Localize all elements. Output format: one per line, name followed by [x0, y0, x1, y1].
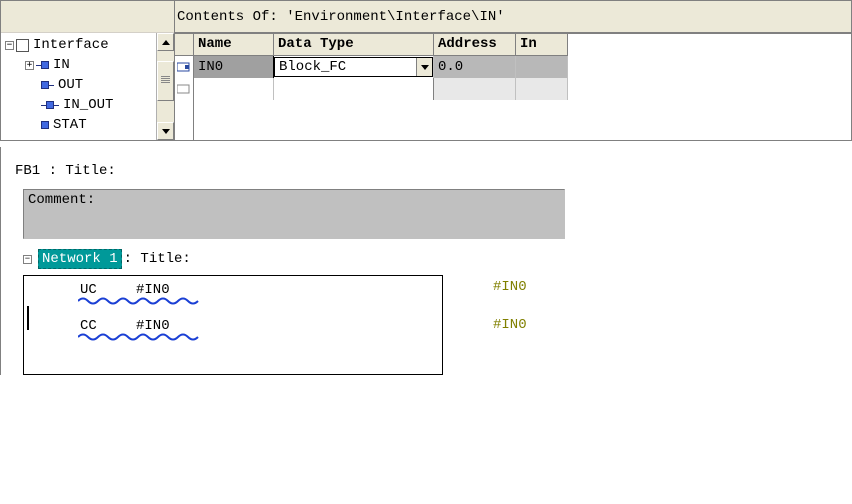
network-label[interactable]: Network 1	[38, 249, 122, 269]
out-port-icon	[41, 81, 54, 89]
network-collapse-toggle[interactable]: −	[23, 255, 32, 264]
tree-item-inout-label: IN_OUT	[63, 97, 113, 113]
contents-title: Contents Of: 'Environment\Interface\IN'	[175, 1, 851, 33]
code-editor[interactable]: UC #IN0 CC #IN0	[23, 275, 443, 375]
empty-row-icon	[177, 83, 191, 95]
col-datatype[interactable]: Data Type	[274, 34, 434, 56]
side-comments: #IN0 #IN0	[493, 275, 527, 375]
side-comment-1: #IN0	[493, 317, 527, 355]
cell-in-0[interactable]	[516, 56, 568, 78]
variable-row-icon	[177, 61, 191, 73]
tree-item-out[interactable]: OUT	[5, 75, 156, 95]
row-icon-2[interactable]	[175, 78, 193, 100]
cell-name-0[interactable]: IN0	[194, 56, 274, 78]
interface-tree[interactable]: − Interface + IN OUT	[1, 33, 156, 140]
dropdown-button[interactable]	[416, 58, 432, 76]
tree-panel: − Interface + IN OUT	[1, 1, 175, 140]
collapse-icon[interactable]: −	[5, 41, 14, 50]
cell-in-1[interactable]	[516, 78, 568, 100]
network-title-suffix[interactable]: : Title:	[124, 251, 191, 267]
tree-item-out-label: OUT	[58, 77, 83, 93]
variable-grid[interactable]: Name Data Type Address In IN0 Block_FC 0…	[194, 34, 851, 140]
col-address[interactable]: Address	[434, 34, 516, 56]
side-comment-0: #IN0	[493, 279, 527, 317]
editor-panel: FB1 : Title: Comment: − Network 1 : Titl…	[0, 147, 568, 375]
inout-port-icon	[41, 101, 59, 109]
scroll-down-button[interactable]	[157, 122, 174, 140]
top-panel: − Interface + IN OUT	[0, 0, 852, 141]
stat-port-icon	[41, 121, 49, 129]
arrow-down-icon	[162, 129, 170, 134]
tree-header-blank	[1, 1, 174, 33]
datatype-value: Block_FC	[279, 59, 346, 75]
interface-icon	[16, 39, 29, 52]
tree-scrollbar[interactable]	[156, 33, 174, 140]
tree-item-stat[interactable]: STAT	[5, 115, 156, 135]
chevron-down-icon	[421, 65, 429, 70]
cell-name-1[interactable]	[194, 78, 274, 100]
scroll-thumb[interactable]	[157, 61, 174, 101]
in-port-icon	[36, 61, 49, 69]
code-line-1[interactable]: CC #IN0	[24, 318, 442, 342]
cell-address-1[interactable]	[434, 78, 516, 100]
cell-datatype-0[interactable]: Block_FC	[274, 56, 434, 78]
comment-field[interactable]: Comment:	[23, 189, 565, 239]
code-line-0[interactable]: UC #IN0	[24, 282, 442, 306]
contents-panel: Contents Of: 'Environment\Interface\IN' …	[175, 1, 851, 140]
arrow-up-icon	[162, 40, 170, 45]
tree-item-in[interactable]: + IN	[5, 55, 156, 75]
scroll-track[interactable]	[157, 51, 174, 122]
col-name[interactable]: Name	[194, 34, 274, 56]
tree-root-label: Interface	[33, 37, 109, 53]
block-title[interactable]: FB1 : Title:	[1, 147, 567, 189]
error-underline-icon	[78, 332, 208, 342]
tree-item-stat-label: STAT	[53, 117, 87, 133]
col-in[interactable]: In	[516, 34, 568, 56]
tree-item-inout[interactable]: IN_OUT	[5, 95, 156, 115]
scroll-up-button[interactable]	[157, 33, 174, 51]
row-icon-1[interactable]	[175, 56, 193, 78]
cell-address-0[interactable]: 0.0	[434, 56, 516, 78]
expand-icon[interactable]: +	[25, 61, 34, 70]
cell-datatype-1[interactable]	[274, 78, 434, 100]
datatype-dropdown[interactable]: Block_FC	[274, 57, 433, 77]
tree-item-in-label: IN	[53, 57, 70, 73]
grid-row-icons	[175, 34, 194, 140]
tree-root-interface[interactable]: − Interface	[5, 35, 156, 55]
error-underline-icon	[78, 296, 208, 306]
